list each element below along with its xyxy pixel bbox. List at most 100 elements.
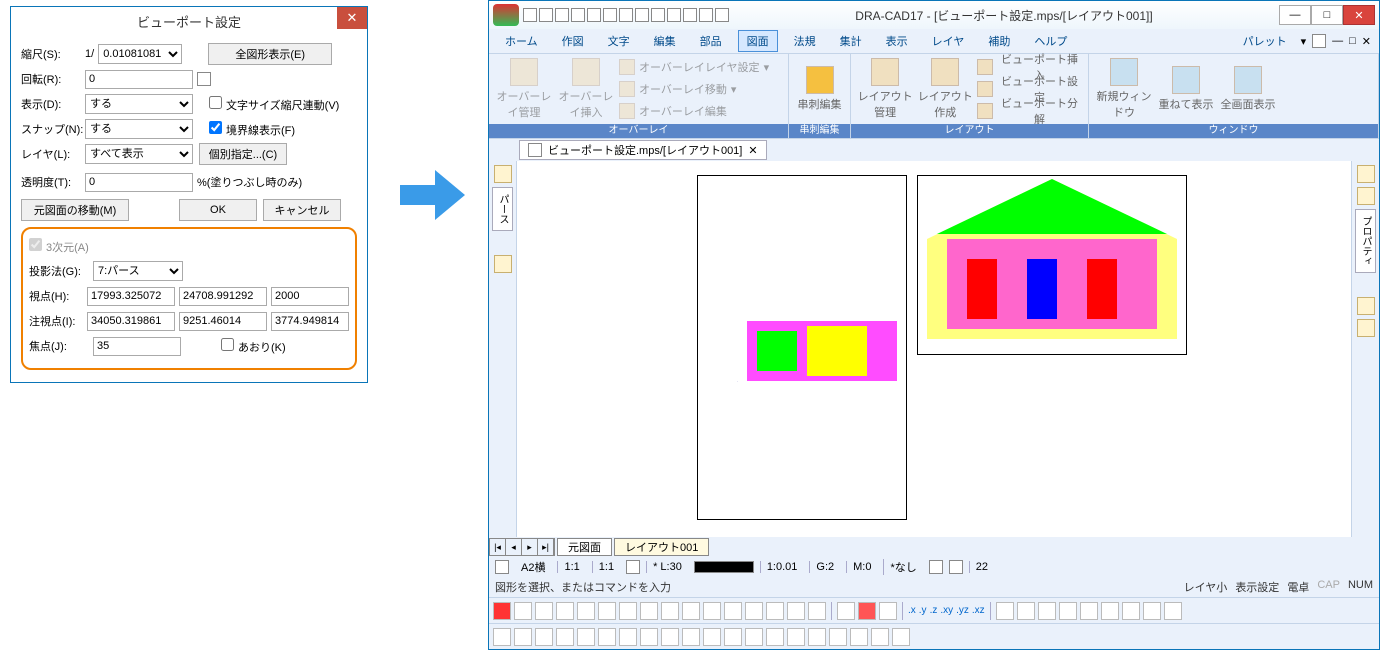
menu-parts[interactable]: 部品	[692, 31, 730, 51]
menu-hyouji[interactable]: 表示	[878, 31, 916, 51]
qat-icon[interactable]	[571, 8, 585, 22]
maximize-button[interactable]: □	[1311, 5, 1343, 25]
viewpoint-x-input[interactable]	[87, 287, 175, 306]
tool-icon[interactable]	[577, 628, 595, 646]
angle-picker-icon[interactable]	[197, 72, 211, 86]
status-color-swatch[interactable]	[694, 561, 754, 573]
tool-icon[interactable]	[619, 602, 637, 620]
threed-check-label[interactable]: 3次元(A)	[29, 238, 89, 255]
viewpoint-z-input[interactable]	[271, 287, 349, 306]
overlay-insert-button[interactable]: オーバーレイ挿入	[557, 57, 615, 121]
viewpoint-y-input[interactable]	[179, 287, 267, 306]
chevron-down-icon[interactable]: ▾	[1301, 35, 1307, 48]
menu-draw[interactable]: 作図	[554, 31, 592, 51]
tool-icon[interactable]	[850, 628, 868, 646]
tool-icon[interactable]	[1122, 602, 1140, 620]
sidebar-icon[interactable]	[1357, 319, 1375, 337]
sidebar-tab-property[interactable]: プロパティ	[1355, 209, 1376, 273]
tool-icon[interactable]	[1101, 602, 1119, 620]
tool-icon[interactable]	[858, 602, 876, 620]
tool-icon[interactable]	[514, 602, 532, 620]
menu-palette[interactable]: パレット	[1235, 31, 1295, 51]
tool-icon[interactable]	[996, 602, 1014, 620]
tool-icon[interactable]	[514, 628, 532, 646]
tool-icon[interactable]	[766, 628, 784, 646]
tool-icon[interactable]	[493, 628, 511, 646]
status-m[interactable]: M:0	[846, 561, 877, 573]
search-icon[interactable]	[1312, 34, 1326, 48]
menu-text[interactable]: 文字	[600, 31, 638, 51]
coord-label[interactable]: .x	[908, 605, 916, 616]
tool-icon[interactable]	[766, 602, 784, 620]
menu-shukei[interactable]: 集計	[832, 31, 870, 51]
tool-icon[interactable]	[871, 628, 889, 646]
boundary-checkbox[interactable]	[209, 121, 222, 134]
dialog-titlebar[interactable]: ビューポート設定 ✕	[11, 7, 367, 35]
tool-icon[interactable]	[1059, 602, 1077, 620]
menu-houki[interactable]: 法規	[786, 31, 824, 51]
viewport-split-button[interactable]: ビューポート分解	[977, 101, 1082, 121]
individual-button[interactable]: 個別指定...(C)	[199, 143, 287, 165]
tool-icon[interactable]	[661, 628, 679, 646]
target-z-input[interactable]	[271, 312, 349, 331]
tool-icon[interactable]	[556, 602, 574, 620]
tool-icon[interactable]	[1143, 602, 1161, 620]
status-scale2[interactable]: 1:1	[592, 561, 620, 573]
tool-icon[interactable]	[535, 602, 553, 620]
projection-select[interactable]: 7:パース	[93, 261, 183, 281]
tool-icon[interactable]	[1080, 602, 1098, 620]
tool-icon[interactable]	[837, 602, 855, 620]
qat-icon[interactable]	[619, 8, 633, 22]
menu-hojo[interactable]: 補助	[980, 31, 1018, 51]
tool-icon[interactable]	[703, 602, 721, 620]
qat-icon[interactable]	[715, 8, 729, 22]
status-group[interactable]: G:2	[809, 561, 840, 573]
tool-icon[interactable]	[577, 602, 595, 620]
fullscreen-button[interactable]: 全画面表示	[1219, 57, 1277, 121]
tool-icon[interactable]	[535, 628, 553, 646]
move-original-button[interactable]: 元図面の移動(M)	[21, 199, 129, 221]
tool-icon[interactable]	[724, 602, 742, 620]
mdi-restore-icon[interactable]: □	[1349, 35, 1356, 47]
close-icon[interactable]: ✕	[748, 144, 757, 157]
ok-button[interactable]: OK	[179, 199, 257, 221]
status-nashi[interactable]: *なし	[883, 559, 922, 575]
qat-icon[interactable]	[699, 8, 713, 22]
status-layer[interactable]: * L:30	[646, 561, 688, 573]
menu-layer[interactable]: レイヤ	[924, 31, 973, 51]
status-icon[interactable]	[495, 560, 509, 574]
charsize-checkbox[interactable]	[209, 96, 222, 109]
tool-icon[interactable]	[682, 628, 700, 646]
qat-icon[interactable]	[523, 8, 537, 22]
new-window-button[interactable]: 新規ウィンドウ	[1095, 57, 1153, 121]
layout-tab-001[interactable]: レイアウト001	[614, 538, 709, 556]
tool-icon[interactable]	[745, 602, 763, 620]
tool-icon[interactable]	[808, 628, 826, 646]
menu-home[interactable]: ホーム	[497, 31, 546, 51]
close-icon[interactable]: ✕	[337, 7, 367, 29]
drawing-canvas[interactable]	[517, 161, 1351, 537]
aori-checkbox[interactable]	[221, 338, 234, 351]
layer-select[interactable]: すべて表示	[85, 144, 193, 164]
tool-icon[interactable]	[879, 602, 897, 620]
tool-icon[interactable]	[1038, 602, 1056, 620]
tool-icon[interactable]	[703, 628, 721, 646]
mdi-minimize-icon[interactable]: —	[1332, 35, 1343, 47]
boundary-check-label[interactable]: 境界線表示(F)	[209, 121, 295, 138]
tool-icon[interactable]	[892, 628, 910, 646]
calculator-label[interactable]: 電卓	[1287, 579, 1309, 595]
layout-manage-button[interactable]: レイアウト管理	[857, 57, 913, 121]
menu-edit[interactable]: 編集	[646, 31, 684, 51]
overlay-manage-button[interactable]: オーバーレイ管理	[495, 57, 553, 121]
minimize-button[interactable]: —	[1279, 5, 1311, 25]
qat-icon[interactable]	[603, 8, 617, 22]
tool-icon[interactable]	[787, 602, 805, 620]
nav-next-icon[interactable]: ▸	[522, 539, 538, 555]
tool-icon[interactable]	[745, 628, 763, 646]
menu-help[interactable]: ヘルプ	[1026, 31, 1075, 51]
tool-icon[interactable]	[829, 628, 847, 646]
command-prompt[interactable]: 図形を選択、またはコマンドを入力	[495, 579, 671, 595]
kushi-button[interactable]: 串刺編集	[795, 57, 844, 121]
status-icon[interactable]	[929, 560, 943, 574]
cancel-button[interactable]: キャンセル	[263, 199, 341, 221]
